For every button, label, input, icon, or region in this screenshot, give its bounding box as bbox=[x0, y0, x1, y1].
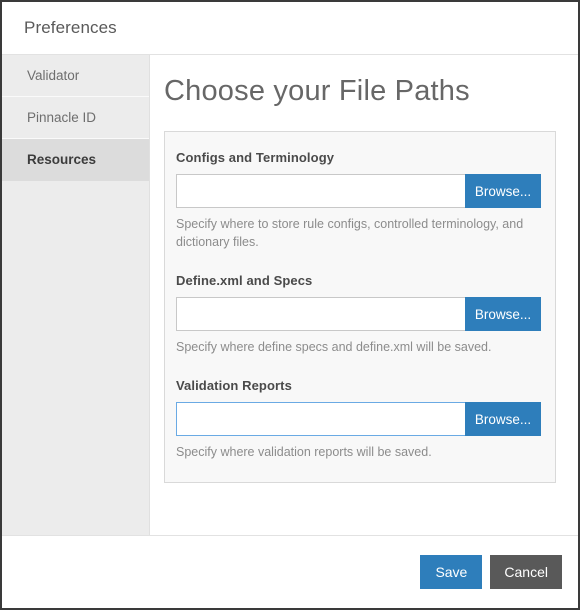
input-row: Browse... bbox=[176, 174, 541, 208]
field-label: Configs and Terminology bbox=[176, 150, 335, 165]
field-group-define-xml-specs: Define.xml and Specs Browse... Specify w… bbox=[176, 273, 541, 356]
field-help-text: Specify where define specs and define.xm… bbox=[176, 340, 492, 355]
input-row: Browse... bbox=[176, 402, 541, 437]
file-paths-panel: Configs and Terminology Browse... Specif… bbox=[164, 131, 556, 483]
input-row: Browse... bbox=[176, 297, 541, 332]
configs-terminology-path-input[interactable] bbox=[176, 174, 465, 208]
define-xml-specs-path-input[interactable] bbox=[176, 297, 465, 332]
field-group-configs-terminology: Configs and Terminology Browse... Specif… bbox=[176, 150, 541, 251]
sidebar-item-validator[interactable]: Validator bbox=[2, 55, 149, 97]
field-help-text: Specify where validation reports will be… bbox=[176, 445, 432, 460]
dialog-body: Validator Pinnacle ID Resources Choose y… bbox=[2, 55, 578, 535]
cancel-button[interactable]: Cancel bbox=[490, 555, 562, 589]
field-help-text: Specify where to store rule configs, con… bbox=[176, 217, 524, 250]
sidebar: Validator Pinnacle ID Resources bbox=[2, 55, 150, 535]
browse-button-validation-reports[interactable]: Browse... bbox=[465, 402, 541, 437]
sidebar-item-pinnacle-id[interactable]: Pinnacle ID bbox=[2, 97, 149, 139]
save-button[interactable]: Save bbox=[420, 555, 483, 589]
dialog-footer: Save Cancel bbox=[2, 535, 578, 608]
sidebar-item-label: Resources bbox=[27, 152, 97, 167]
preferences-dialog: Preferences Validator Pinnacle ID Resour… bbox=[0, 0, 580, 610]
field-label: Define.xml and Specs bbox=[176, 273, 313, 289]
validation-reports-path-input[interactable] bbox=[176, 402, 465, 437]
field-label: Validation Reports bbox=[176, 378, 292, 394]
field-group-validation-reports: Validation Reports Browse... Specify whe… bbox=[176, 378, 541, 461]
page-title: Choose your File Paths bbox=[164, 75, 470, 107]
main-content: Choose your File Paths Configs and Termi… bbox=[150, 55, 578, 535]
window-title: Preferences bbox=[24, 18, 117, 37]
sidebar-item-resources[interactable]: Resources bbox=[2, 139, 149, 181]
sidebar-item-label: Validator bbox=[27, 68, 80, 83]
title-bar: Preferences bbox=[2, 2, 578, 55]
browse-button-configs-terminology[interactable]: Browse... bbox=[465, 174, 541, 208]
sidebar-item-label: Pinnacle ID bbox=[27, 110, 97, 125]
browse-button-define-xml-specs[interactable]: Browse... bbox=[465, 297, 541, 332]
